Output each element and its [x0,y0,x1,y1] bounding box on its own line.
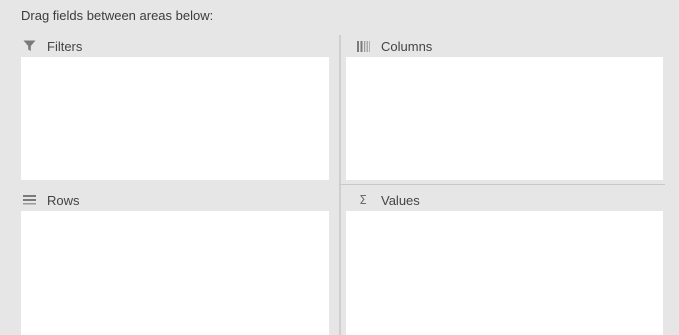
horizontal-divider [339,184,665,185]
filter-icon [21,39,37,53]
filters-area: Filters [21,35,329,57]
vertical-splitter[interactable] [339,35,341,335]
values-header: Σ Values [355,189,663,211]
filters-drop-zone[interactable] [21,57,329,180]
sigma-icon: Σ [359,193,367,207]
columns-label: Columns [381,38,433,54]
filters-header: Filters [21,35,329,57]
filters-label: Filters [47,38,83,54]
rows-label: Rows [47,192,80,208]
rows-icon [21,193,37,207]
values-label: Values [381,192,420,208]
rows-area: Rows [21,189,329,211]
instruction-text: Drag fields between areas below: [21,8,214,23]
rows-header: Rows [21,189,329,211]
columns-header: Columns [355,35,663,57]
values-drop-zone[interactable] [346,211,663,335]
columns-area: Columns [355,35,663,57]
values-area: Σ Values [355,189,663,211]
columns-icon [355,39,371,53]
rows-drop-zone[interactable] [21,211,329,335]
columns-drop-zone[interactable] [346,57,663,180]
